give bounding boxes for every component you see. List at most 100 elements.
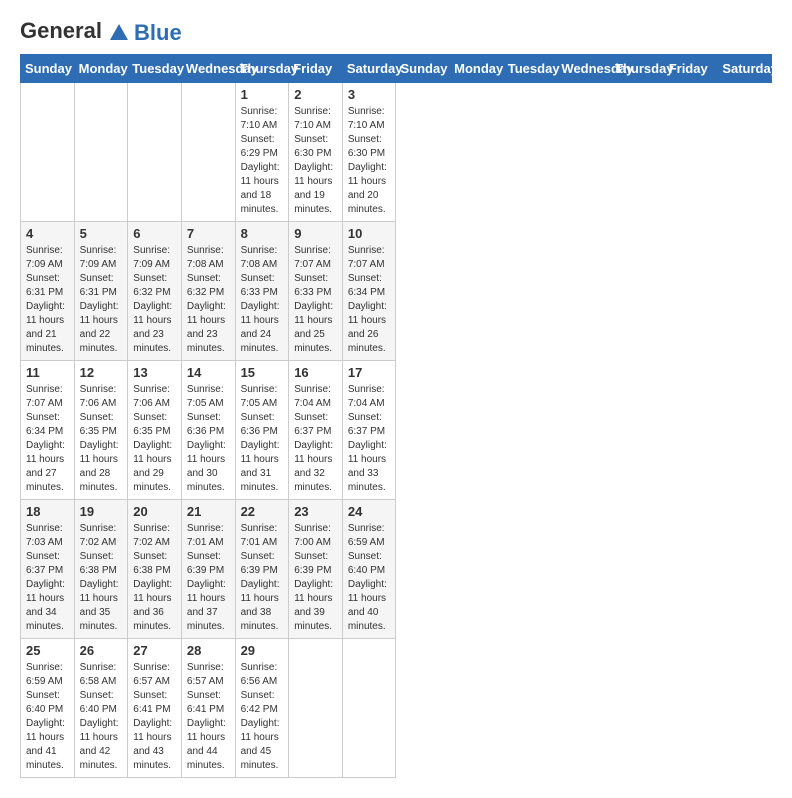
day-number: 5 [80, 226, 123, 241]
day-header-saturday: Saturday [718, 55, 772, 83]
day-number: 7 [187, 226, 230, 241]
calendar-week-4: 18 Sunrise: 7:03 AM Sunset: 6:37 PM Dayli… [21, 500, 772, 639]
calendar-cell [289, 639, 343, 778]
calendar-cell: 2 Sunrise: 7:10 AM Sunset: 6:30 PM Daylig… [289, 83, 343, 222]
day-number: 20 [133, 504, 176, 519]
calendar-cell: 27 Sunrise: 6:57 AM Sunset: 6:41 PM Dayli… [128, 639, 182, 778]
calendar-week-2: 4 Sunrise: 7:09 AM Sunset: 6:31 PM Daylig… [21, 222, 772, 361]
calendar-cell: 19 Sunrise: 7:02 AM Sunset: 6:38 PM Dayli… [74, 500, 128, 639]
day-info: Sunrise: 7:03 AM Sunset: 6:37 PM Dayligh… [26, 522, 69, 634]
day-info: Sunrise: 6:58 AM Sunset: 6:40 PM Dayligh… [80, 661, 123, 773]
calendar-cell: 8Sunrise: 7:08 AM Sunset: 6:33 PM Daylig… [235, 222, 289, 361]
day-info: Sunrise: 6:59 AM Sunset: 6:40 PM Dayligh… [348, 522, 391, 634]
day-info: Sunrise: 7:07 AM Sunset: 6:34 PM Dayligh… [26, 383, 69, 495]
day-info: Sunrise: 6:59 AM Sunset: 6:40 PM Dayligh… [26, 661, 69, 773]
day-info: Sunrise: 7:01 AM Sunset: 6:39 PM Dayligh… [187, 522, 230, 634]
calendar-cell: 13 Sunrise: 7:06 AM Sunset: 6:35 PM Dayli… [128, 361, 182, 500]
calendar-cell: 25 Sunrise: 6:59 AM Sunset: 6:40 PM Dayli… [21, 639, 75, 778]
calendar-cell: 16 Sunrise: 7:04 AM Sunset: 6:37 PM Dayli… [289, 361, 343, 500]
calendar-cell: 3 Sunrise: 7:10 AM Sunset: 6:30 PM Daylig… [342, 83, 396, 222]
day-info: Sunrise: 7:06 AM Sunset: 6:35 PM Dayligh… [133, 383, 176, 495]
day-number: 25 [26, 643, 69, 658]
day-info: Sunrise: 7:07 AM Sunset: 6:33 PM Dayligh… [294, 244, 337, 356]
day-number: 3 [348, 87, 391, 102]
calendar-cell: 22 Sunrise: 7:01 AM Sunset: 6:39 PM Dayli… [235, 500, 289, 639]
day-info: Sunrise: 7:02 AM Sunset: 6:38 PM Dayligh… [133, 522, 176, 634]
day-number: 26 [80, 643, 123, 658]
day-info: Sunrise: 7:10 AM Sunset: 6:29 PM Dayligh… [241, 105, 284, 217]
day-number: 17 [348, 365, 391, 380]
day-info: Sunrise: 7:04 AM Sunset: 6:37 PM Dayligh… [348, 383, 391, 495]
day-number: 22 [241, 504, 284, 519]
calendar-week-5: 25 Sunrise: 6:59 AM Sunset: 6:40 PM Dayli… [21, 639, 772, 778]
day-info: Sunrise: 7:01 AM Sunset: 6:39 PM Dayligh… [241, 522, 284, 634]
calendar-cell: 23 Sunrise: 7:00 AM Sunset: 6:39 PM Dayli… [289, 500, 343, 639]
day-number: 19 [80, 504, 123, 519]
calendar-cell: 24 Sunrise: 6:59 AM Sunset: 6:40 PM Dayli… [342, 500, 396, 639]
logo-icon [108, 22, 130, 44]
day-number: 2 [294, 87, 337, 102]
day-info: Sunrise: 7:04 AM Sunset: 6:37 PM Dayligh… [294, 383, 337, 495]
day-header-sunday: Sunday [21, 55, 75, 83]
logo-text: General [20, 20, 130, 43]
calendar-cell: 14Sunrise: 7:05 AM Sunset: 6:36 PM Dayli… [181, 361, 235, 500]
day-info: Sunrise: 7:07 AM Sunset: 6:34 PM Dayligh… [348, 244, 391, 356]
day-number: 28 [187, 643, 230, 658]
day-header-monday: Monday [450, 55, 504, 83]
day-number: 4 [26, 226, 69, 241]
day-number: 9 [294, 226, 337, 241]
day-number: 1 [241, 87, 284, 102]
day-number: 8 [241, 226, 284, 241]
calendar-cell [74, 83, 128, 222]
day-info: Sunrise: 7:08 AM Sunset: 6:32 PM Dayligh… [187, 244, 230, 356]
logo: General Blue [20, 20, 182, 44]
day-header-friday: Friday [664, 55, 718, 83]
calendar-cell [21, 83, 75, 222]
day-header-wednesday: Wednesday [181, 55, 235, 83]
day-number: 29 [241, 643, 284, 658]
calendar-cell [128, 83, 182, 222]
calendar-cell: 1 Sunrise: 7:10 AM Sunset: 6:29 PM Daylig… [235, 83, 289, 222]
day-header-thursday: Thursday [611, 55, 665, 83]
calendar-cell: 21 Sunrise: 7:01 AM Sunset: 6:39 PM Dayli… [181, 500, 235, 639]
day-number: 24 [348, 504, 391, 519]
day-info: Sunrise: 7:09 AM Sunset: 6:31 PM Dayligh… [80, 244, 123, 356]
day-number: 12 [80, 365, 123, 380]
day-number: 6 [133, 226, 176, 241]
day-header-friday: Friday [289, 55, 343, 83]
day-number: 15 [241, 365, 284, 380]
calendar-cell: 18 Sunrise: 7:03 AM Sunset: 6:37 PM Dayli… [21, 500, 75, 639]
calendar-cell: 29Sunrise: 6:56 AM Sunset: 6:42 PM Dayli… [235, 639, 289, 778]
calendar-cell: 6 Sunrise: 7:09 AM Sunset: 6:32 PM Daylig… [128, 222, 182, 361]
calendar-cell: 11Sunrise: 7:07 AM Sunset: 6:34 PM Dayli… [21, 361, 75, 500]
calendar-week-1: 1 Sunrise: 7:10 AM Sunset: 6:29 PM Daylig… [21, 83, 772, 222]
calendar-cell: 10 Sunrise: 7:07 AM Sunset: 6:34 PM Dayli… [342, 222, 396, 361]
calendar-cell [181, 83, 235, 222]
calendar-header-row: SundayMondayTuesdayWednesdayThursdayFrid… [21, 55, 772, 83]
calendar-cell: 28Sunrise: 6:57 AM Sunset: 6:41 PM Dayli… [181, 639, 235, 778]
calendar-cell: 9 Sunrise: 7:07 AM Sunset: 6:33 PM Daylig… [289, 222, 343, 361]
day-number: 13 [133, 365, 176, 380]
day-info: Sunrise: 7:09 AM Sunset: 6:32 PM Dayligh… [133, 244, 176, 356]
day-number: 27 [133, 643, 176, 658]
day-info: Sunrise: 6:57 AM Sunset: 6:41 PM Dayligh… [133, 661, 176, 773]
day-header-sunday: Sunday [396, 55, 450, 83]
day-number: 14 [187, 365, 230, 380]
day-header-saturday: Saturday [342, 55, 396, 83]
day-header-tuesday: Tuesday [503, 55, 557, 83]
day-info: Sunrise: 7:10 AM Sunset: 6:30 PM Dayligh… [294, 105, 337, 217]
calendar-cell: 26 Sunrise: 6:58 AM Sunset: 6:40 PM Dayli… [74, 639, 128, 778]
day-info: Sunrise: 7:10 AM Sunset: 6:30 PM Dayligh… [348, 105, 391, 217]
day-number: 23 [294, 504, 337, 519]
day-info: Sunrise: 7:05 AM Sunset: 6:36 PM Dayligh… [241, 383, 284, 495]
day-number: 21 [187, 504, 230, 519]
day-header-wednesday: Wednesday [557, 55, 611, 83]
day-number: 16 [294, 365, 337, 380]
calendar-cell: 17 Sunrise: 7:04 AM Sunset: 6:37 PM Dayli… [342, 361, 396, 500]
page-header: General Blue [20, 20, 772, 44]
day-number: 10 [348, 226, 391, 241]
day-number: 18 [26, 504, 69, 519]
day-info: Sunrise: 7:00 AM Sunset: 6:39 PM Dayligh… [294, 522, 337, 634]
day-info: Sunrise: 7:02 AM Sunset: 6:38 PM Dayligh… [80, 522, 123, 634]
calendar-cell: 7 Sunrise: 7:08 AM Sunset: 6:32 PM Daylig… [181, 222, 235, 361]
